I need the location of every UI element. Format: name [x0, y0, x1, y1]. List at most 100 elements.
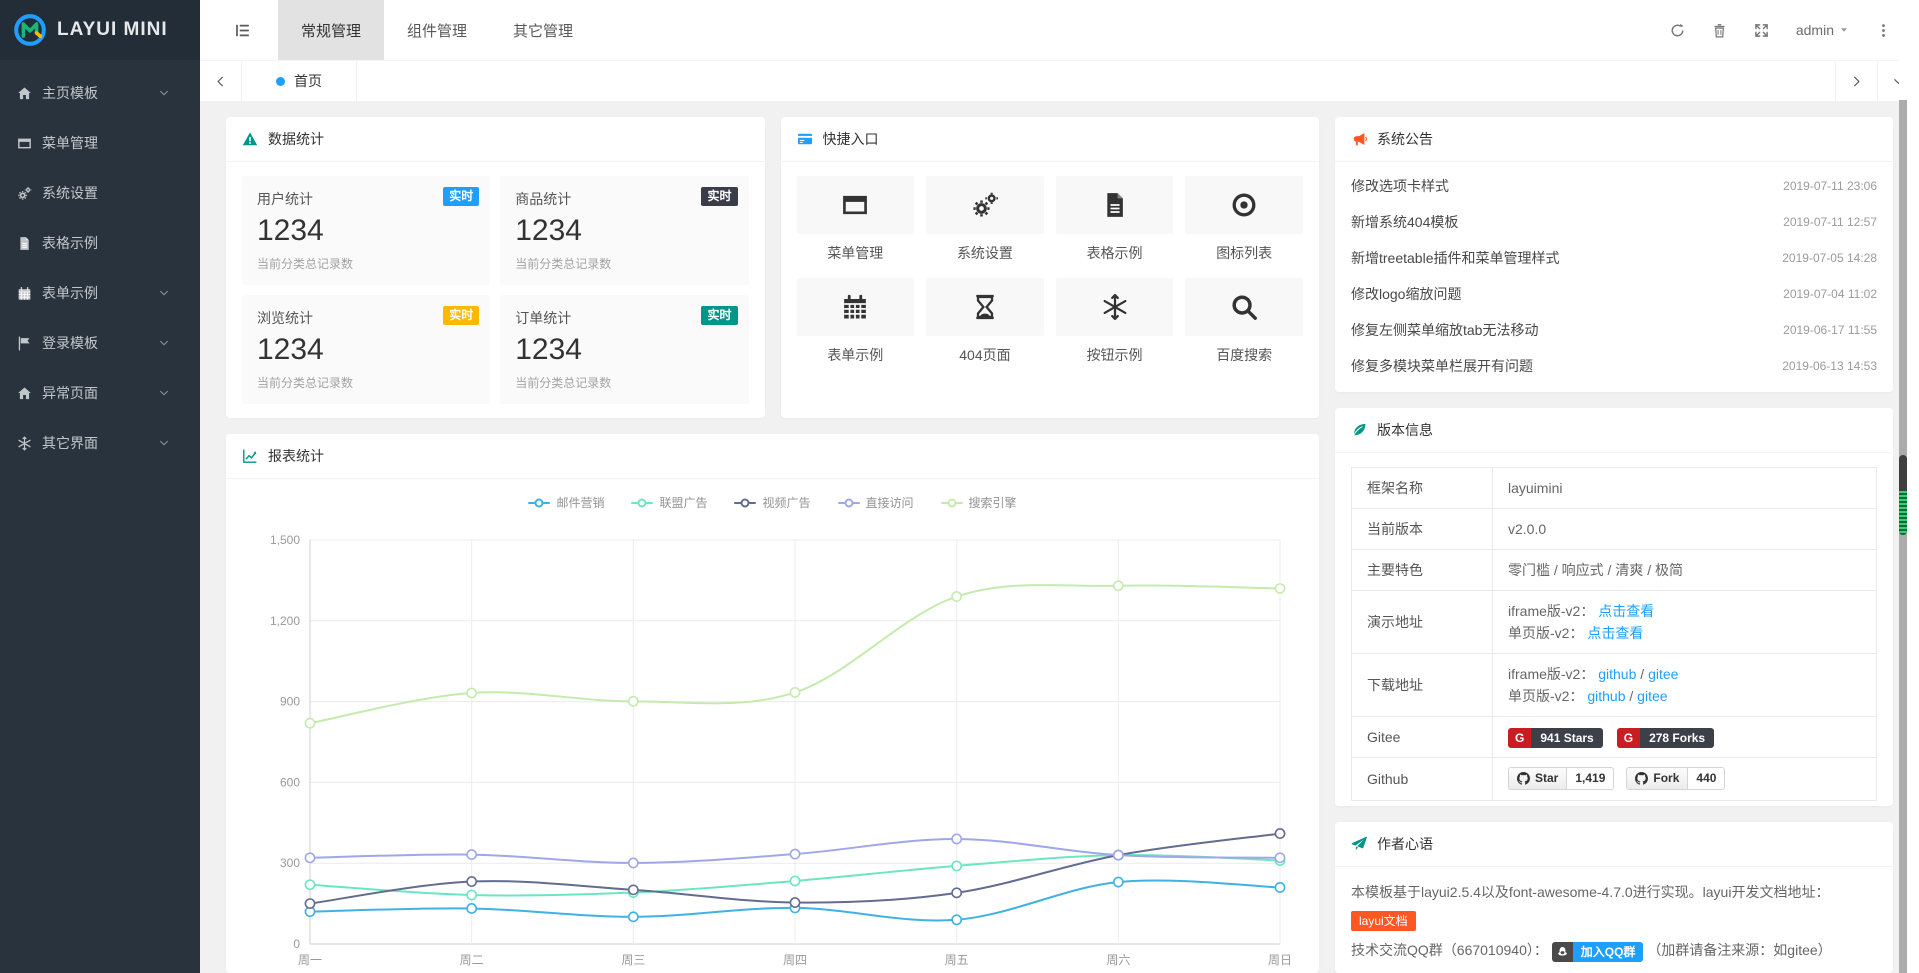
- sidebar-item-登录模板[interactable]: 登录模板: [0, 318, 200, 368]
- announcement-row[interactable]: 修改选项卡样式2019-07-11 23:06: [1351, 168, 1877, 204]
- card-header: 版本信息: [1335, 408, 1893, 453]
- gitee-badge[interactable]: G941 Stars: [1508, 728, 1603, 748]
- quick-entry-菜单管理[interactable]: 菜单管理: [797, 176, 915, 263]
- layui-doc-button[interactable]: layui文档: [1351, 911, 1416, 931]
- sidebar-item-其它界面[interactable]: 其它界面: [0, 418, 200, 468]
- sidebar-item-label: 表单示例: [42, 283, 158, 303]
- scrollbar-thumb[interactable]: [1899, 455, 1907, 535]
- stat-description: 当前分类总记录数: [515, 374, 733, 391]
- caret-down-icon: [1839, 25, 1849, 35]
- announcement-row[interactable]: 修复左侧菜单缩放tab无法移动2019-06-17 11:55: [1351, 312, 1877, 348]
- announcement-row[interactable]: 修复多模块菜单栏展开有问题2019-06-13 14:53: [1351, 348, 1877, 384]
- stat-box-浏览统计: 浏览统计实时1234当前分类总记录数: [242, 295, 490, 404]
- sidebar-item-label: 其它界面: [42, 433, 158, 453]
- scrollbar-track[interactable]: [1899, 100, 1907, 973]
- link-点击查看[interactable]: 点击查看: [1598, 603, 1654, 619]
- left-column: 数据统计 用户统计实时1234当前分类总记录数商品统计实时1234当前分类总记录…: [226, 117, 1319, 973]
- sidebar-item-label: 系统设置: [42, 183, 183, 203]
- link-github[interactable]: github: [1598, 666, 1636, 682]
- sidebar-item-主页模板[interactable]: 主页模板: [0, 68, 200, 118]
- user-dropdown[interactable]: admin: [1796, 22, 1849, 38]
- legend-item-搜索引擎[interactable]: 搜索引擎: [941, 494, 1017, 511]
- link-gitee[interactable]: gitee: [1637, 688, 1667, 704]
- svg-text:周三: 周三: [621, 953, 645, 967]
- stat-description: 当前分类总记录数: [515, 255, 733, 272]
- announcement-title: 新增系统404模板: [1351, 212, 1458, 232]
- sidebar-item-表格示例[interactable]: 表格示例: [0, 218, 200, 268]
- legend-label: 邮件营销: [556, 494, 604, 511]
- chevron-down-icon: [158, 387, 183, 399]
- legend-item-邮件营销[interactable]: 邮件营销: [528, 494, 604, 511]
- collapse-sidebar-button[interactable]: [234, 22, 251, 39]
- legend-label: 联盟广告: [659, 494, 707, 511]
- svg-text:周五: 周五: [945, 953, 969, 967]
- version-row-主要特色: 主要特色零门槛 / 响应式 / 清爽 / 极简: [1352, 549, 1877, 590]
- quick-entry-icon-box: [797, 278, 915, 336]
- tabbar-spacer: [357, 61, 1835, 101]
- quick-entry-404页面[interactable]: 404页面: [926, 278, 1044, 365]
- top-nav-tab-组件管理[interactable]: 组件管理: [384, 0, 490, 60]
- legend-marker-icon: [838, 497, 860, 508]
- tab-home[interactable]: 首页: [242, 61, 357, 101]
- sidebar-item-菜单管理[interactable]: 菜单管理: [0, 118, 200, 168]
- quick-entry-系统设置[interactable]: 系统设置: [926, 176, 1044, 263]
- clear-cache-button[interactable]: [1712, 23, 1727, 38]
- legend-item-视频广告[interactable]: 视频广告: [734, 494, 810, 511]
- sidebar-menu: 主页模板菜单管理系统设置表格示例表单示例登录模板异常页面其它界面: [0, 60, 200, 468]
- version-table: 框架名称layuimini当前版本v2.0.0主要特色零门槛 / 响应式 / 清…: [1351, 467, 1877, 801]
- leaf-icon: [1351, 422, 1367, 438]
- join-qq-button[interactable]: 加入QQ群: [1552, 942, 1644, 962]
- quick-entry-图标列表[interactable]: 图标列表: [1185, 176, 1303, 263]
- quick-entry-icon-box: [926, 176, 1044, 234]
- announcement-row[interactable]: 修改logo缩放问题2019-07-04 11:02: [1351, 276, 1877, 312]
- fullscreen-button[interactable]: [1754, 23, 1769, 38]
- logo[interactable]: LAYUI MINI: [0, 0, 200, 60]
- version-row-value: iframe版-v2： 点击查看单页版-v2： 点击查看: [1493, 590, 1877, 653]
- quick-entry-icon-box: [797, 176, 915, 234]
- author-intro-text: 本模板基于layui2.5.4以及font-awesome-4.7.0进行实现。…: [1351, 884, 1829, 900]
- card-title: 版本信息: [1377, 420, 1433, 440]
- link-gitee[interactable]: gitee: [1648, 666, 1678, 682]
- version-row-label: 框架名称: [1352, 467, 1493, 508]
- chevron-down-icon: [158, 287, 183, 299]
- tab-scroll-left-button[interactable]: [200, 61, 242, 101]
- link-点击查看[interactable]: 点击查看: [1587, 625, 1643, 641]
- announcement-date: 2019-07-05 14:28: [1782, 251, 1877, 265]
- legend-marker-icon: [631, 497, 653, 508]
- github-fork-button[interactable]: Fork440: [1626, 767, 1725, 790]
- top-nav-tab-常规管理[interactable]: 常规管理: [278, 0, 384, 60]
- quick-entry-表格示例[interactable]: 表格示例: [1056, 176, 1174, 263]
- svg-text:300: 300: [280, 856, 300, 870]
- home-icon: [17, 386, 42, 401]
- svg-text:1,500: 1,500: [270, 533, 300, 547]
- tab-home-label: 首页: [294, 71, 322, 91]
- more-menu-button[interactable]: [1876, 23, 1891, 38]
- realtime-badge: 实时: [701, 187, 737, 206]
- link-github[interactable]: github: [1587, 688, 1625, 704]
- sidebar-item-异常页面[interactable]: 异常页面: [0, 368, 200, 418]
- refresh-button[interactable]: [1670, 23, 1685, 38]
- sidebar-item-系统设置[interactable]: 系统设置: [0, 168, 200, 218]
- announcement-row[interactable]: 新增treetable插件和菜单管理样式2019-07-05 14:28: [1351, 240, 1877, 276]
- idcard-icon: [797, 131, 813, 147]
- card-data-stats: 数据统计 用户统计实时1234当前分类总记录数商品统计实时1234当前分类总记录…: [226, 117, 765, 418]
- content-area: 数据统计 用户统计实时1234当前分类总记录数商品统计实时1234当前分类总记录…: [200, 101, 1919, 973]
- version-row-当前版本: 当前版本v2.0.0: [1352, 508, 1877, 549]
- quick-entry-icon-box: [1056, 176, 1174, 234]
- legend-item-直接访问[interactable]: 直接访问: [838, 494, 914, 511]
- hourglass-icon: [971, 293, 999, 321]
- warning-icon: [242, 131, 258, 147]
- github-star-button[interactable]: Star1,419: [1508, 767, 1614, 790]
- legend-item-联盟广告[interactable]: 联盟广告: [631, 494, 707, 511]
- quick-entry-label: 表格示例: [1056, 243, 1174, 263]
- top-nav-tab-其它管理[interactable]: 其它管理: [490, 0, 596, 60]
- sidebar-item-表单示例[interactable]: 表单示例: [0, 268, 200, 318]
- quick-entry-百度搜索[interactable]: 百度搜索: [1185, 278, 1303, 365]
- announcement-row[interactable]: 新增系统404模板2019-07-11 12:57: [1351, 204, 1877, 240]
- quick-entry-按钮示例[interactable]: 按钮示例: [1056, 278, 1174, 365]
- gitee-badge[interactable]: G278 Forks: [1617, 728, 1714, 748]
- tab-scroll-right-button[interactable]: [1835, 61, 1877, 101]
- active-tab-dot-icon: [276, 77, 285, 86]
- legend-marker-icon: [734, 497, 756, 508]
- quick-entry-表单示例[interactable]: 表单示例: [797, 278, 915, 365]
